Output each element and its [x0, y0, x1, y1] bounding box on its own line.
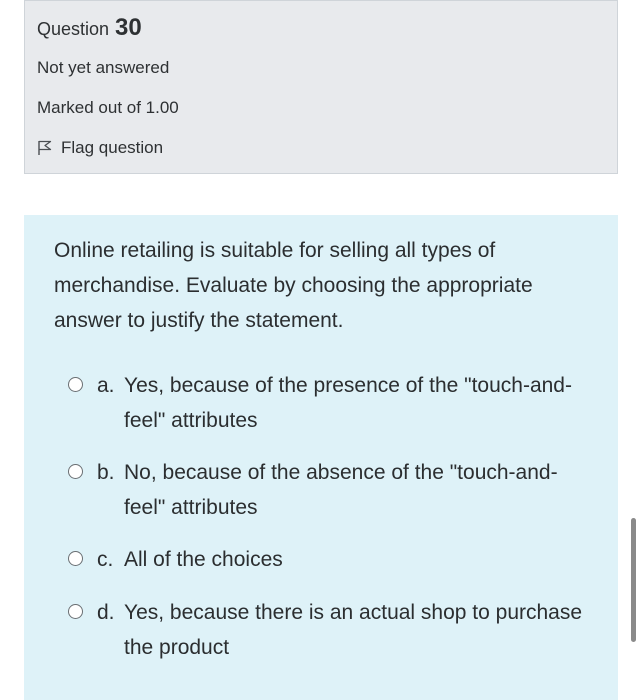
question-number: 30 [115, 14, 142, 41]
vertical-scrollbar[interactable] [631, 518, 636, 642]
answer-option-b[interactable]: b. No, because of the absence of the "to… [68, 455, 588, 525]
option-letter: d. [97, 601, 115, 624]
option-letter: a. [97, 374, 115, 397]
flag-icon [37, 140, 53, 156]
question-heading: Question 30 [37, 13, 142, 44]
flag-question-link[interactable]: Flag question [37, 137, 163, 159]
option-letter: b. [97, 461, 115, 484]
answer-option-c[interactable]: c. All of the choices [68, 542, 588, 577]
radio-icon[interactable] [68, 551, 83, 566]
radio-icon[interactable] [68, 464, 83, 479]
question-info-panel: Question 30 Not yet answered Marked out o… [24, 0, 618, 174]
option-letter: c. [97, 548, 114, 571]
radio-icon[interactable] [68, 377, 83, 392]
radio-icon[interactable] [68, 604, 83, 619]
option-text: Yes, because of the presence of the "tou… [124, 374, 572, 432]
question-label: Question [37, 19, 110, 39]
option-text: Yes, because there is an actual shop to … [124, 601, 583, 659]
question-text: Online retailing is suitable for selling… [54, 239, 533, 332]
answer-option-a[interactable]: a. Yes, because of the presence of the "… [68, 368, 588, 438]
question-content-panel: Online retailing is suitable for selling… [24, 215, 618, 700]
option-text: All of the choices [124, 548, 283, 571]
answer-option-d[interactable]: d. Yes, because there is an actual shop … [68, 595, 588, 665]
question-grade: Marked out of 1.00 [37, 98, 179, 117]
question-state: Not yet answered [37, 58, 170, 77]
option-text: No, because of the absence of the "touch… [124, 461, 558, 519]
flag-question-label: Flag question [61, 138, 164, 157]
quiz-page: Question 30 Not yet answered Marked out o… [0, 0, 640, 700]
